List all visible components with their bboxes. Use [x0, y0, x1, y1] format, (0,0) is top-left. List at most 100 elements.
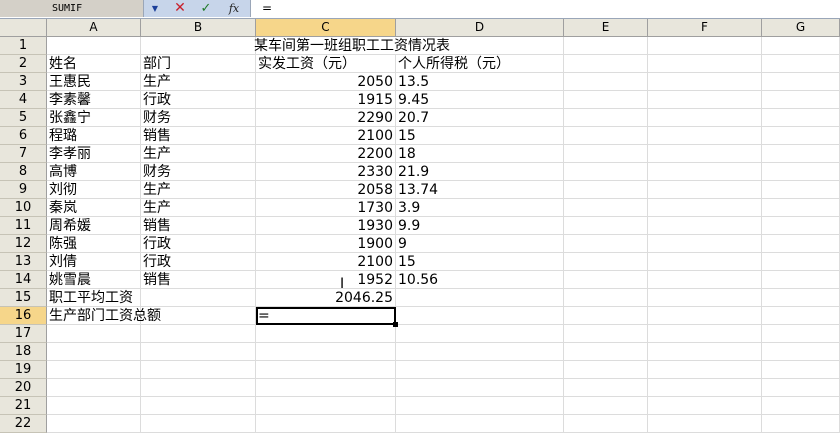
row-header[interactable]: 4 — [0, 91, 47, 109]
cell-e13[interactable] — [564, 253, 648, 271]
cell-d8[interactable]: 21.9 — [396, 163, 564, 181]
cell-f20[interactable] — [648, 379, 762, 397]
row-header[interactable]: 17 — [0, 325, 47, 343]
cell-g16[interactable] — [762, 307, 840, 325]
cell-d2[interactable]: 个人所得税（元） — [396, 55, 564, 73]
cell-d16[interactable] — [396, 307, 564, 325]
cell-c9[interactable]: 2058 — [256, 181, 396, 199]
cell-b22[interactable] — [141, 415, 256, 433]
cell-c15[interactable]: 2046.25 — [256, 289, 396, 307]
cell-f7[interactable] — [648, 145, 762, 163]
cell-f17[interactable] — [648, 325, 762, 343]
cell-e6[interactable] — [564, 127, 648, 145]
cell-g2[interactable] — [762, 55, 840, 73]
enter-check-icon[interactable]: ✓ — [198, 0, 214, 17]
row-header[interactable]: 22 — [0, 415, 47, 433]
row-header[interactable]: 14 — [0, 271, 47, 289]
column-header-a[interactable]: A — [47, 19, 141, 36]
cell-a15[interactable]: 职工平均工资 — [47, 289, 141, 307]
cell-a8[interactable]: 高博 — [47, 163, 141, 181]
cell-a6[interactable]: 程璐 — [47, 127, 141, 145]
cell-b19[interactable] — [141, 361, 256, 379]
cell-a11[interactable]: 周希媛 — [47, 217, 141, 235]
cell-a7[interactable]: 李孝丽 — [47, 145, 141, 163]
cell-e18[interactable] — [564, 343, 648, 361]
cell-e14[interactable] — [564, 271, 648, 289]
row-header[interactable]: 10 — [0, 199, 47, 217]
cell-e9[interactable] — [564, 181, 648, 199]
cell-g3[interactable] — [762, 73, 840, 91]
column-header-e[interactable]: E — [564, 19, 648, 36]
cell-e17[interactable] — [564, 325, 648, 343]
cell-c10[interactable]: 1730 — [256, 199, 396, 217]
cancel-x-icon[interactable]: ✕ — [172, 0, 188, 17]
cell-g11[interactable] — [762, 217, 840, 235]
cell-e12[interactable] — [564, 235, 648, 253]
column-header-f[interactable]: F — [648, 19, 762, 36]
cell-f16[interactable] — [648, 307, 762, 325]
cell-g10[interactable] — [762, 199, 840, 217]
cell-d3[interactable]: 13.5 — [396, 73, 564, 91]
cell-b3[interactable]: 生产 — [141, 73, 256, 91]
cell-e7[interactable] — [564, 145, 648, 163]
cell-b4[interactable]: 行政 — [141, 91, 256, 109]
cell-f9[interactable] — [648, 181, 762, 199]
row-header[interactable]: 7 — [0, 145, 47, 163]
cell-a19[interactable] — [47, 361, 141, 379]
row-header[interactable]: 6 — [0, 127, 47, 145]
cell-g14[interactable] — [762, 271, 840, 289]
row-header[interactable]: 12 — [0, 235, 47, 253]
cell-d22[interactable] — [396, 415, 564, 433]
cell-b17[interactable] — [141, 325, 256, 343]
cell-c5[interactable]: 2290 — [256, 109, 396, 127]
cell-e8[interactable] — [564, 163, 648, 181]
cell-f6[interactable] — [648, 127, 762, 145]
cell-e3[interactable] — [564, 73, 648, 91]
row-header[interactable]: 9 — [0, 181, 47, 199]
cell-g9[interactable] — [762, 181, 840, 199]
cell-a4[interactable]: 李素馨 — [47, 91, 141, 109]
cell-b2[interactable]: 部门 — [141, 55, 256, 73]
select-all-corner[interactable] — [0, 19, 47, 36]
cell-a5[interactable]: 张鑫宁 — [47, 109, 141, 127]
row-header[interactable]: 15 — [0, 289, 47, 307]
cell-c22[interactable] — [256, 415, 396, 433]
cell-f3[interactable] — [648, 73, 762, 91]
row-header[interactable]: 1 — [0, 37, 47, 55]
cell-f10[interactable] — [648, 199, 762, 217]
cell-f12[interactable] — [648, 235, 762, 253]
cell-b6[interactable]: 销售 — [141, 127, 256, 145]
cell-c19[interactable] — [256, 361, 396, 379]
cell-d12[interactable]: 9 — [396, 235, 564, 253]
row-header[interactable]: 11 — [0, 217, 47, 235]
cell-c11[interactable]: 1930 — [256, 217, 396, 235]
cell-e11[interactable] — [564, 217, 648, 235]
column-header-b[interactable]: B — [141, 19, 256, 36]
cell-d11[interactable]: 9.9 — [396, 217, 564, 235]
cell-c20[interactable] — [256, 379, 396, 397]
cell-c6[interactable]: 2100 — [256, 127, 396, 145]
cell-b15[interactable] — [141, 289, 256, 307]
row-header[interactable]: 18 — [0, 343, 47, 361]
formula-input[interactable]: = — [262, 0, 272, 17]
cell-b14[interactable]: 销售 — [141, 271, 256, 289]
cell-d19[interactable] — [396, 361, 564, 379]
cell-a13[interactable]: 刘倩 — [47, 253, 141, 271]
cell-a22[interactable] — [47, 415, 141, 433]
cell-a2[interactable]: 姓名 — [47, 55, 141, 73]
cell-g4[interactable] — [762, 91, 840, 109]
cell-f11[interactable] — [648, 217, 762, 235]
cell-g5[interactable] — [762, 109, 840, 127]
cell-d18[interactable] — [396, 343, 564, 361]
cell-b7[interactable]: 生产 — [141, 145, 256, 163]
cell-a3[interactable]: 王惠民 — [47, 73, 141, 91]
cell-f19[interactable] — [648, 361, 762, 379]
cell-g20[interactable] — [762, 379, 840, 397]
cell-c3[interactable]: 2050 — [256, 73, 396, 91]
cell-d1[interactable] — [396, 37, 564, 55]
dropdown-arrow-icon[interactable]: ▼ — [148, 0, 162, 17]
cell-c17[interactable] — [256, 325, 396, 343]
cell-c12[interactable]: 1900 — [256, 235, 396, 253]
cell-b8[interactable]: 财务 — [141, 163, 256, 181]
cell-a16[interactable]: 生产部门工资总额 — [47, 307, 161, 325]
